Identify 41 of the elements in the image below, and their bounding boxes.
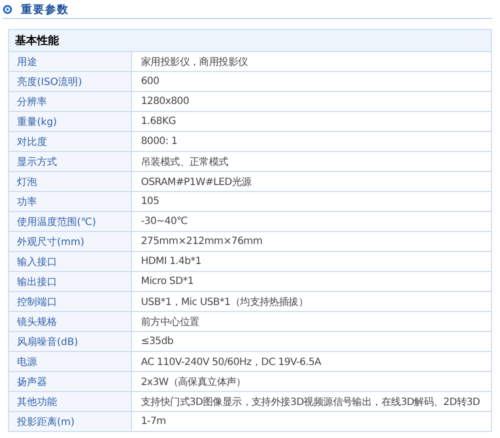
spec-value: 1-7m [141,416,166,427]
spec-value: 1.68KG [141,116,176,127]
spec-label: 输出接口 [17,276,57,288]
table-title: 基本性能 [15,33,59,48]
spec-value: 支持快门式3D图像显示，支持外接3D视频源信号输出，在线3D解码、2D转3D [141,396,480,408]
spec-value: 吊装模式、正常模式 [141,156,228,168]
spec-value: 2x3W（高保真立体声） [141,376,246,388]
spec-label: 镜头规格 [17,316,57,328]
spec-label: 扬声器 [17,376,47,388]
spec-value: 105 [141,196,160,207]
spec-label: 重量(kg) [17,116,57,128]
spec-label: 电源 [17,356,37,368]
spec-value: HDMI 1.4b*1 [141,256,202,267]
spec-value: 前方中心位置 [141,316,200,328]
section-title: 重要参数 [21,2,69,17]
spec-label: 用途 [17,56,37,68]
spec-label: 使用温度范围(℃) [17,216,96,228]
spec-label: 外观尺寸(mm) [17,236,84,248]
spec-label: 亮度(ISO流明) [17,76,82,88]
spec-value: 275mm×212mm×76mm [141,236,262,247]
spec-label: 分辨率 [17,96,47,108]
spec-value: 家用投影仪，商用投影仪 [141,56,248,68]
spec-label: 输入接口 [17,256,57,268]
spec-value: -30~40℃ [141,216,188,227]
spec-value: OSRAM#P1W#LED光源 [141,176,252,188]
play-circle-icon [3,5,12,14]
spec-label: 控制端口 [17,296,57,308]
spec-value: Micro SD*1 [141,276,194,287]
spec-label: 投影距离(m) [17,416,75,428]
spec-value: AC 110V-240V 50/60Hz，DC 19V-6.5A [141,356,322,368]
spec-label: 灯泡 [17,176,37,188]
spec-value: ≤35db [141,336,174,347]
spec-label: 对比度 [17,136,47,148]
spec-label: 其他功能 [17,396,57,408]
spec-value: USB*1，Mic USB*1（均支持热插拔） [141,296,308,308]
spec-label: 风扇噪音(dB) [17,336,78,348]
spec-value: 1280x800 [141,96,190,107]
spec-label: 显示方式 [17,156,57,168]
spec-label: 功率 [17,196,37,208]
spec-value: 600 [141,76,160,87]
spec-value: 8000: 1 [141,136,178,147]
